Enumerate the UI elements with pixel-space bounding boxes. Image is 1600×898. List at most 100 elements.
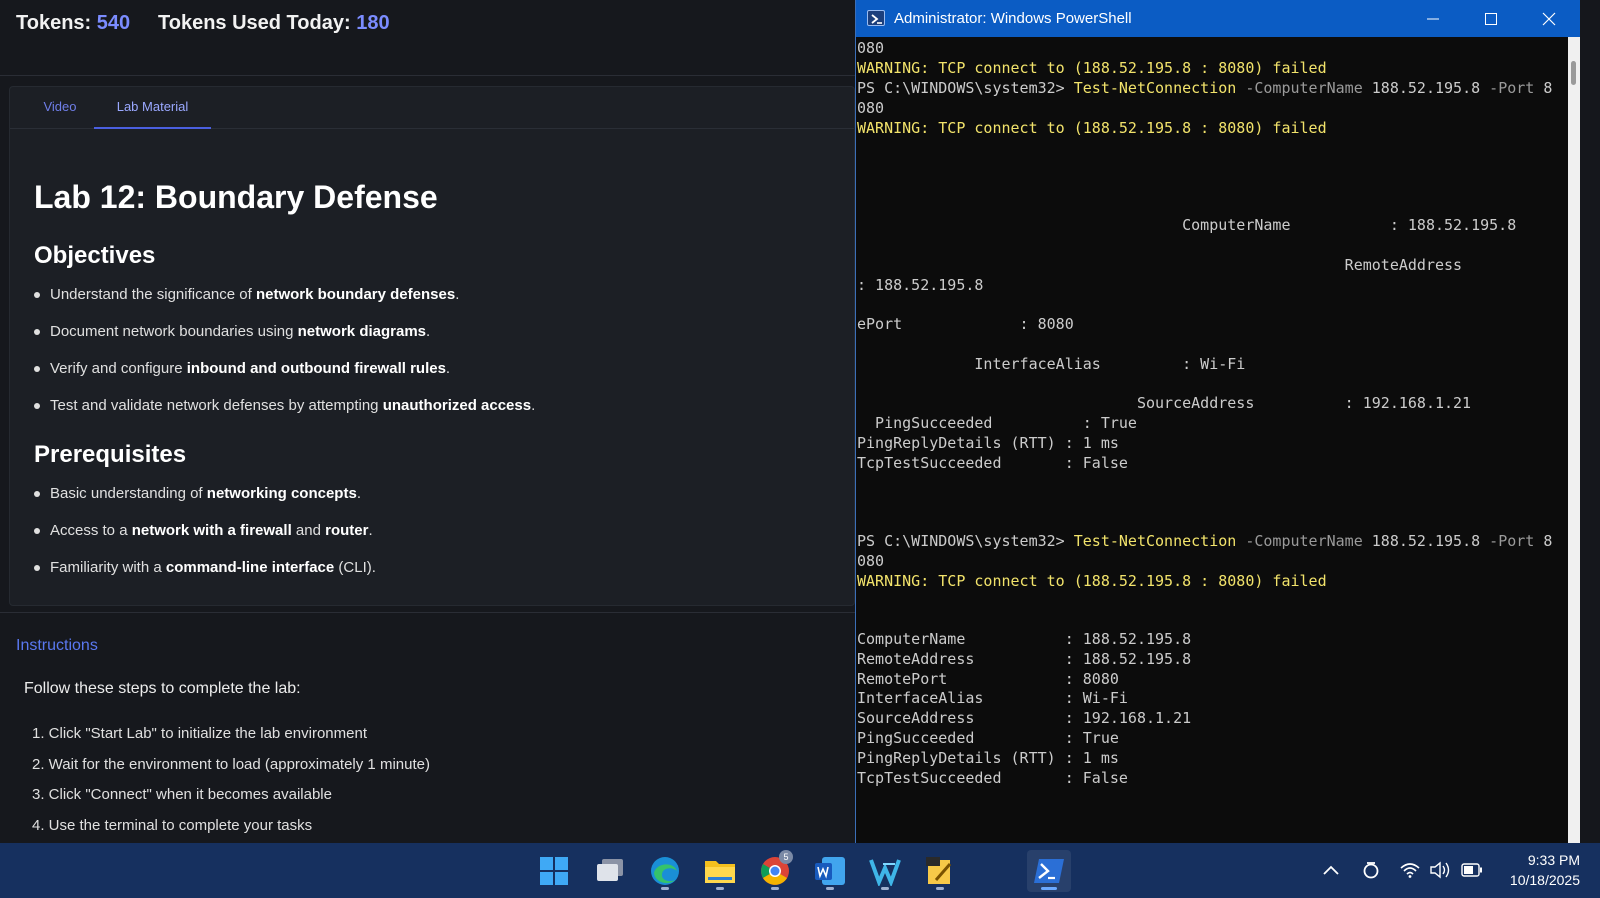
item-text: Access to a [50, 522, 132, 539]
parameter: -Port [1480, 79, 1544, 97]
running-indicator [826, 887, 834, 890]
console-line: PingReplyDetails (RTT) : 1 ms [857, 749, 1119, 767]
tab-lab-material[interactable]: Lab Material [94, 87, 211, 129]
console-line: 080 [857, 39, 885, 57]
item-text: . [356, 485, 361, 502]
item-text: and [291, 522, 326, 539]
window-titlebar[interactable]: Administrator: Windows PowerShell [856, 0, 1580, 37]
item-bold: networking concepts [206, 485, 357, 502]
objectives-heading: Objectives [34, 242, 156, 269]
close-button[interactable] [1520, 0, 1578, 37]
console-line: RemotePort : 8080 [857, 670, 1119, 688]
console-line: ePort : 8080 [857, 315, 1074, 333]
item-text: . [368, 522, 373, 539]
start-button[interactable] [532, 850, 576, 892]
item-bold: network with a firewall [131, 522, 292, 539]
console-line: SourceAddress : 192.168.1.21 [857, 394, 1472, 412]
item-bold: router [325, 522, 369, 539]
parameter: -ComputerName [1236, 532, 1372, 550]
console-line: RemoteAddress : 188.52.195.8 [857, 650, 1192, 668]
powershell-icon [1034, 859, 1064, 883]
list-item: Document network boundaries using networ… [34, 321, 834, 358]
edge-icon [651, 857, 679, 885]
console-line: TcpTestSucceeded : False [857, 769, 1128, 787]
running-indicator [771, 887, 779, 890]
item-text: . [455, 286, 460, 303]
console-line: Remot [857, 295, 1567, 313]
list-item: Test and validate network defenses by at… [34, 395, 834, 432]
file-explorer-icon [705, 861, 735, 883]
edge-button[interactable] [643, 850, 687, 892]
tokens-bar: Tokens: 540 Tokens Used Today: 180 [0, 0, 855, 76]
lab-web-page: Tokens: 540 Tokens Used Today: 180 Video… [0, 0, 855, 843]
warning-line: WARNING: TCP connect to (188.52.195.8 : … [857, 572, 1327, 590]
console-line: InterfaceAlias : Wi-Fi [857, 689, 1128, 707]
prompt: PS C:\WINDOWS\system32> [857, 532, 1074, 550]
running-indicator [661, 887, 669, 890]
show-hidden-icons-button[interactable] [1320, 859, 1342, 881]
clock-time[interactable]: 9:33 PM [1500, 852, 1580, 868]
word-icon [815, 857, 845, 885]
battery-icon [1461, 863, 1482, 877]
instructions-steps: 1. Click "Start Lab" to initialize the l… [32, 723, 430, 843]
wifi-icon [1400, 863, 1420, 878]
visual-studio-button[interactable] [863, 850, 907, 892]
powershell-taskbar-button[interactable] [1027, 850, 1071, 892]
word-button[interactable] [808, 850, 852, 892]
cmdlet: Test-NetConnection [1073, 79, 1237, 97]
prerequisites-list: Basic understanding of networking concep… [34, 483, 834, 594]
list-item: Understand the significance of network b… [34, 284, 834, 321]
prerequisites-heading: Prerequisites [34, 441, 187, 468]
tokens-label: Tokens: [16, 12, 92, 34]
maximize-button[interactable] [1462, 0, 1520, 37]
instructions-heading[interactable]: Instructions [16, 637, 98, 655]
sticky-notes-button[interactable] [918, 850, 962, 892]
tokens-used-value: 180 [356, 12, 390, 34]
parameter: -ComputerName [1236, 79, 1372, 97]
list-item: 2. Wait for the environment to load (app… [32, 755, 430, 773]
console-line: PingSucceeded : True [857, 729, 1119, 747]
item-text: (CLI). [334, 559, 376, 576]
item-text: Familiarity with a [50, 559, 166, 576]
item-bold: inbound and outbound firewall rules [186, 360, 446, 377]
powershell-icon [867, 10, 885, 26]
chevron-up-icon [1323, 865, 1339, 875]
lab-title: Lab 12: Boundary Defense [34, 179, 438, 215]
item-bold: unauthorized access [382, 397, 532, 414]
list-item: Basic understanding of networking concep… [34, 483, 834, 520]
tray-app-button[interactable] [1360, 859, 1382, 881]
argument: 188.52.195.8 [1371, 79, 1481, 97]
task-view-button[interactable] [588, 850, 632, 892]
visual-studio-icon [869, 859, 901, 886]
powershell-window[interactable]: Administrator: Windows PowerShell 080 WA… [855, 0, 1580, 843]
tokens-value: 540 [96, 12, 131, 34]
minimize-button[interactable] [1404, 0, 1462, 37]
list-item: 1. Click "Start Lab" to initialize the l… [32, 725, 367, 742]
maximize-icon [1485, 12, 1497, 25]
console-line: InterfaceAlias : Wi-Fi [857, 355, 1246, 373]
cmdlet: Test-NetConnection [1073, 532, 1237, 550]
item-text: . [426, 323, 431, 340]
item-text: . [531, 397, 536, 414]
tab-video[interactable]: Video [27, 87, 93, 129]
console-output[interactable]: 080 WARNING: TCP connect to (188.52.195.… [857, 37, 1567, 843]
clock-date[interactable]: 10/18/2025 [1490, 872, 1580, 888]
chrome-button[interactable]: 5 [753, 850, 797, 892]
chrome-badge: 5 [779, 850, 793, 864]
console-line: ComputerName : 188.52.195.8 [857, 216, 1517, 234]
argument: 8 [1543, 79, 1553, 97]
argument: 8 [1543, 532, 1553, 550]
vertical-scrollbar[interactable] [1568, 37, 1580, 843]
sync-icon [1363, 862, 1379, 879]
warning-line: WARNING: TCP connect to (188.52.195.8 : … [857, 119, 1327, 137]
network-button[interactable] [1399, 859, 1421, 881]
console-line: SourceAddress : 192.168.1.21 [857, 709, 1192, 727]
scrollbar-thumb[interactable] [1571, 61, 1576, 85]
volume-button[interactable] [1429, 859, 1451, 881]
battery-button[interactable] [1461, 859, 1483, 881]
command-line: PS C:\WINDOWS\system32> Test-NetConnecti… [857, 531, 1567, 551]
running-indicator [716, 887, 724, 890]
list-item: Verify and configure inbound and outboun… [34, 358, 834, 395]
file-explorer-button[interactable] [698, 850, 742, 892]
list-item: Access to a network with a firewall and … [34, 520, 834, 557]
